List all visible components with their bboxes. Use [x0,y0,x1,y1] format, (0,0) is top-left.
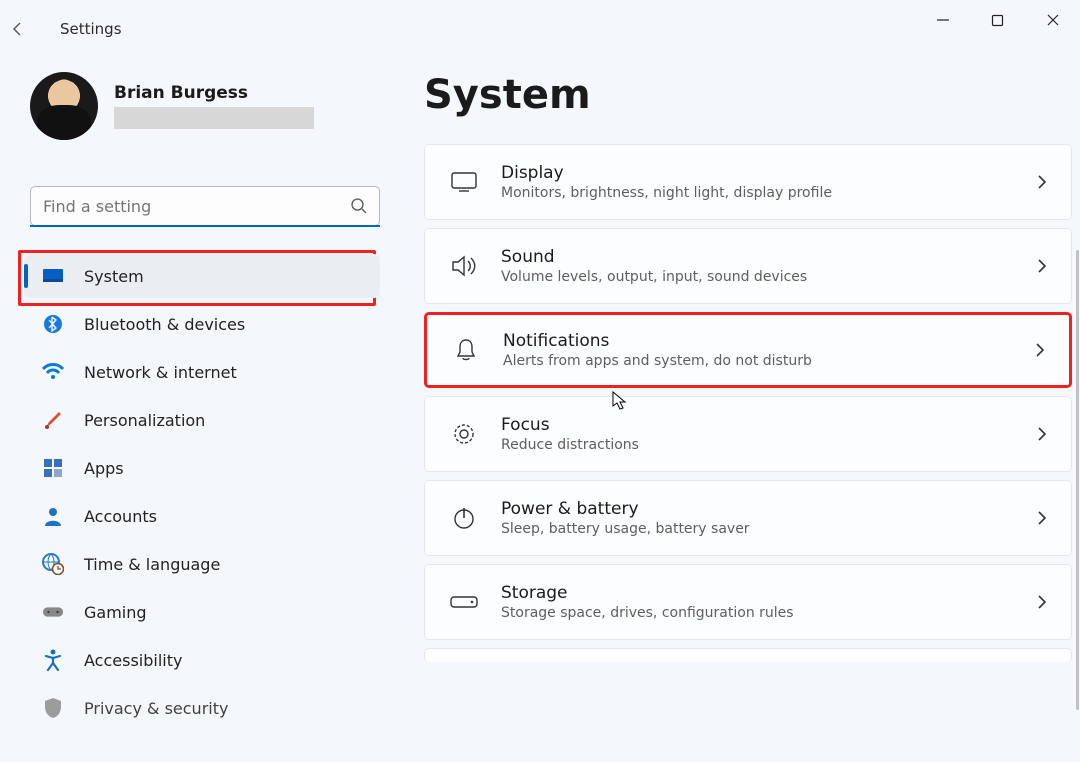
shield-icon [42,697,64,719]
account-icon [42,505,64,527]
card-focus[interactable]: Focus Reduce distractions [424,396,1072,472]
close-button[interactable] [1025,0,1080,40]
search-wrap [30,186,380,226]
card-power[interactable]: Power & battery Sleep, battery usage, ba… [424,480,1072,556]
display-icon [449,172,479,192]
chevron-right-icon [1035,342,1045,358]
card-subtitle: Monitors, brightness, night light, displ… [501,185,1037,201]
user-name: Brian Burgess [114,83,314,103]
monitor-icon [42,265,64,287]
chevron-right-icon [1037,426,1047,442]
card-title: Focus [501,415,1037,435]
card-display[interactable]: Display Monitors, brightness, night ligh… [424,144,1072,220]
sidebar-item-label: Privacy & security [84,699,228,718]
sidebar-item-apps[interactable]: Apps [24,446,380,490]
card-title: Power & battery [501,499,1037,519]
scrollbar-thumb[interactable] [1076,250,1079,710]
bell-icon [451,338,481,362]
apps-icon [42,457,64,479]
power-icon [449,506,479,530]
card-notifications[interactable]: Notifications Alerts from apps and syste… [424,312,1072,388]
card-sound[interactable]: Sound Volume levels, output, input, soun… [424,228,1072,304]
accessibility-icon [42,649,64,671]
card-partial-next[interactable] [424,648,1072,662]
bluetooth-icon [42,313,64,335]
chevron-right-icon [1037,174,1047,190]
sidebar-item-label: System [84,267,144,286]
card-subtitle: Sleep, battery usage, battery saver [501,521,1037,537]
card-title: Storage [501,583,1037,603]
page-heading: System [424,72,1072,118]
back-button[interactable] [10,21,50,37]
avatar [30,72,98,140]
wifi-icon [42,361,64,383]
chevron-right-icon [1037,258,1047,274]
window-controls [915,0,1080,46]
sidebar-item-time-language[interactable]: Time & language [24,542,380,586]
card-title: Display [501,163,1037,183]
card-title: Notifications [503,331,1035,351]
sidebar-item-gaming[interactable]: Gaming [24,590,380,634]
sidebar-item-label: Apps [84,459,124,478]
sidebar-item-label: Network & internet [84,363,237,382]
card-subtitle: Storage space, drives, configuration rul… [501,605,1037,621]
card-subtitle: Alerts from apps and system, do not dist… [503,353,1035,369]
sidebar-item-personalization[interactable]: Personalization [24,398,380,442]
main-panel: System Display Monitors, brightness, nig… [424,66,1072,762]
chevron-right-icon [1037,594,1047,610]
card-title: Sound [501,247,1037,267]
sound-icon [449,255,479,277]
card-storage[interactable]: Storage Storage space, drives, configura… [424,564,1072,640]
maximize-button[interactable] [970,0,1025,40]
sidebar-item-label: Gaming [84,603,147,622]
focus-icon [449,422,479,446]
sidebar-item-network[interactable]: Network & internet [24,350,380,394]
sidebar-item-label: Accessibility [84,651,182,670]
sidebar-item-label: Bluetooth & devices [84,315,245,334]
sidebar-item-privacy[interactable]: Privacy & security [24,686,380,730]
chevron-right-icon [1037,510,1047,526]
sidebar-item-bluetooth[interactable]: Bluetooth & devices [24,302,380,346]
brush-icon [42,409,64,431]
sidebar-item-accounts[interactable]: Accounts [24,494,380,538]
card-subtitle: Volume levels, output, input, sound devi… [501,269,1037,285]
sidebar-item-label: Personalization [84,411,205,430]
user-block[interactable]: Brian Burgess [30,72,314,140]
app-title: Settings [60,20,122,38]
gamepad-icon [42,601,64,623]
sidebar-item-accessibility[interactable]: Accessibility [24,638,380,682]
user-email-redacted [114,107,314,129]
storage-icon [449,594,479,610]
sidebar-item-system[interactable]: System [24,254,380,298]
card-subtitle: Reduce distractions [501,437,1037,453]
sidebar-item-label: Accounts [84,507,157,526]
globe-clock-icon [42,553,64,575]
minimize-button[interactable] [915,0,970,40]
search-input[interactable] [30,186,380,226]
sidebar: System Bluetooth & devices Network & int… [18,250,380,762]
sidebar-item-label: Time & language [84,555,220,574]
